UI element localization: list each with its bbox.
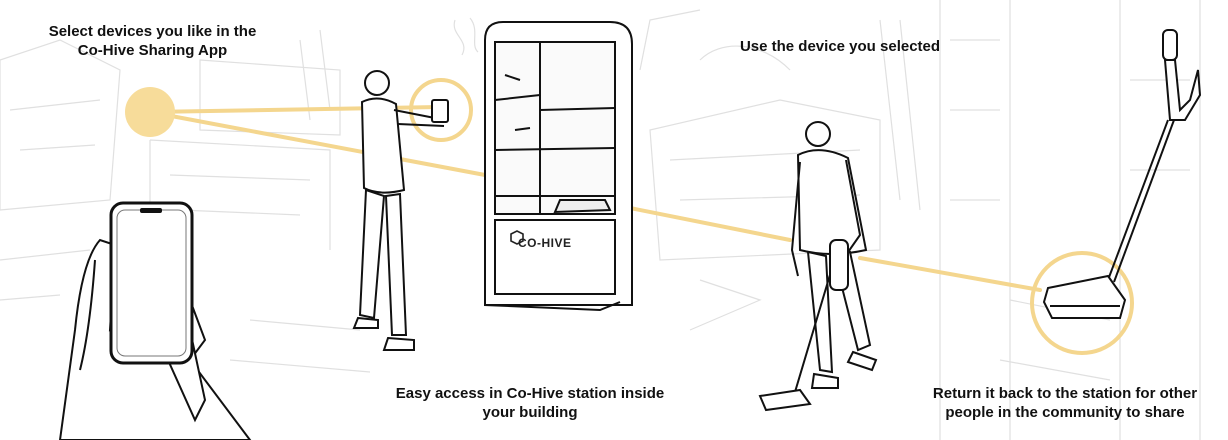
path-user-to-return bbox=[858, 256, 1042, 292]
step-use-caption: Use the device you selected bbox=[700, 37, 980, 56]
path-station-to-user bbox=[628, 206, 792, 242]
man-at-station bbox=[352, 70, 449, 351]
step-return-line2: people in the community to share bbox=[945, 404, 1185, 421]
illustration-canvas bbox=[0, 0, 1202, 440]
co-hive-illustration: Select devices you like in the Co-Hive S… bbox=[0, 0, 1228, 440]
step-select-caption: Select devices you like in the Co-Hive S… bbox=[20, 22, 285, 60]
step-select-line2: Co-Hive Sharing App bbox=[77, 42, 228, 59]
app-marker-dot bbox=[125, 87, 175, 137]
step-select-line1: Select devices you like in the bbox=[48, 23, 257, 40]
step-access-line2: your building bbox=[482, 404, 578, 421]
step-use-line: Use the device you selected bbox=[739, 38, 941, 55]
station-brand-label: CO-HIVE bbox=[518, 236, 572, 250]
step-return-caption: Return it back to the station for other … bbox=[905, 384, 1225, 422]
step-access-line1: Easy access in Co-Hive station inside bbox=[395, 385, 665, 402]
smartphone-icon bbox=[109, 201, 194, 365]
step-access-caption: Easy access in Co-Hive station inside yo… bbox=[360, 384, 700, 422]
step-return-line1: Return it back to the station for other bbox=[932, 385, 1198, 402]
co-hive-station bbox=[484, 21, 633, 312]
